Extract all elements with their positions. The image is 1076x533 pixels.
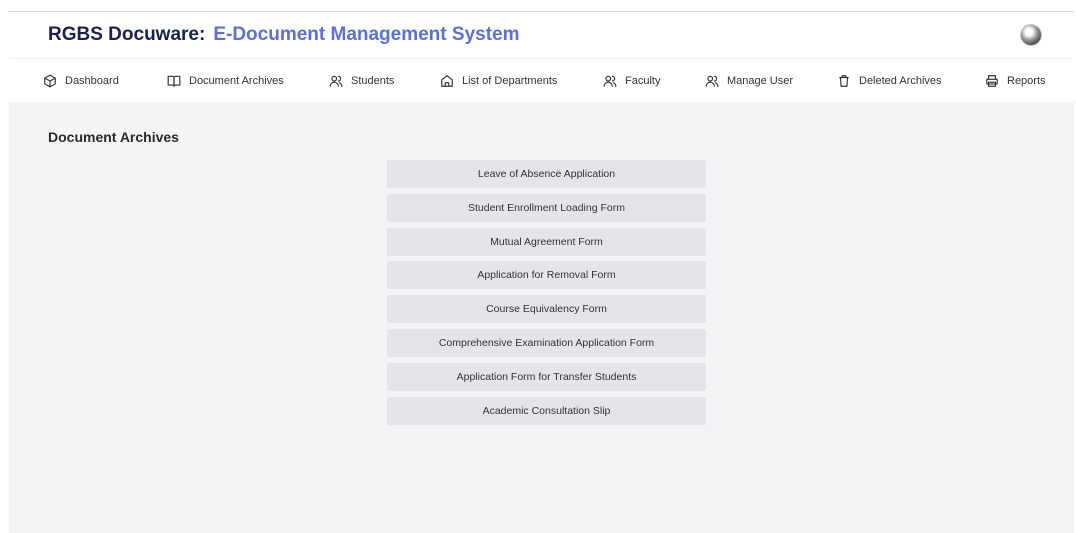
document-button[interactable]: Course Equivalency Form xyxy=(387,295,706,324)
document-button[interactable]: Student Enrollment Loading Form xyxy=(387,193,706,222)
printer-icon xyxy=(986,75,998,87)
app-title: RGBS Docuware: E-Document Management Syst… xyxy=(48,24,520,46)
nav-item-list-of-departments[interactable]: List of Departments xyxy=(440,72,557,90)
nav-item-label: Dashboard xyxy=(65,75,119,87)
users-icon xyxy=(705,75,719,87)
users-icon xyxy=(329,75,343,87)
home-icon xyxy=(441,75,453,87)
nav-item-label: Faculty xyxy=(625,75,661,87)
nav-item-label: Reports xyxy=(1007,75,1046,87)
document-button[interactable]: Academic Consultation Slip xyxy=(387,396,706,425)
nav-item-label: Manage User xyxy=(727,75,794,87)
app-frame: RGBS Docuware: E-Document Management Syst… xyxy=(9,11,1074,533)
book-open-icon xyxy=(167,75,181,87)
document-button[interactable]: Comprehensive Examination Application Fo… xyxy=(387,328,706,357)
document-button[interactable]: Mutual Agreement Form xyxy=(387,227,706,256)
brand-name: RGBS Docuware: xyxy=(48,24,206,45)
user-avatar[interactable] xyxy=(1020,24,1042,46)
main-nav: Dashboard Document Archives Students Lis… xyxy=(9,58,1074,102)
nav-item-label: Students xyxy=(351,75,395,87)
app-header: RGBS Docuware: E-Document Management Syst… xyxy=(9,12,1074,58)
nav-item-faculty[interactable]: Faculty xyxy=(603,72,660,90)
users-icon xyxy=(603,75,617,87)
page-title: Document Archives xyxy=(48,129,179,145)
nav-item-label: List of Departments xyxy=(462,75,558,87)
nav-item-dashboard[interactable]: Dashboard xyxy=(43,72,119,90)
document-button[interactable]: Leave of Absence Application xyxy=(387,160,706,188)
nav-item-reports[interactable]: Reports xyxy=(985,72,1046,90)
trash-icon xyxy=(839,75,849,87)
nav-item-document-archives[interactable]: Document Archives xyxy=(167,72,284,90)
nav-item-deleted-archives[interactable]: Deleted Archives xyxy=(837,72,942,90)
document-list: Leave of Absence Application Student Enr… xyxy=(387,160,706,430)
nav-item-label: Deleted Archives xyxy=(859,75,942,87)
nav-item-manage-user[interactable]: Manage User xyxy=(705,72,793,90)
brand-subtitle: E-Document Management System xyxy=(213,24,520,45)
box-icon xyxy=(44,74,56,88)
document-button[interactable]: Application Form for Transfer Students xyxy=(387,362,706,391)
nav-item-students[interactable]: Students xyxy=(329,72,394,90)
nav-item-label: Document Archives xyxy=(189,75,284,87)
document-button[interactable]: Application for Removal Form xyxy=(387,261,706,290)
